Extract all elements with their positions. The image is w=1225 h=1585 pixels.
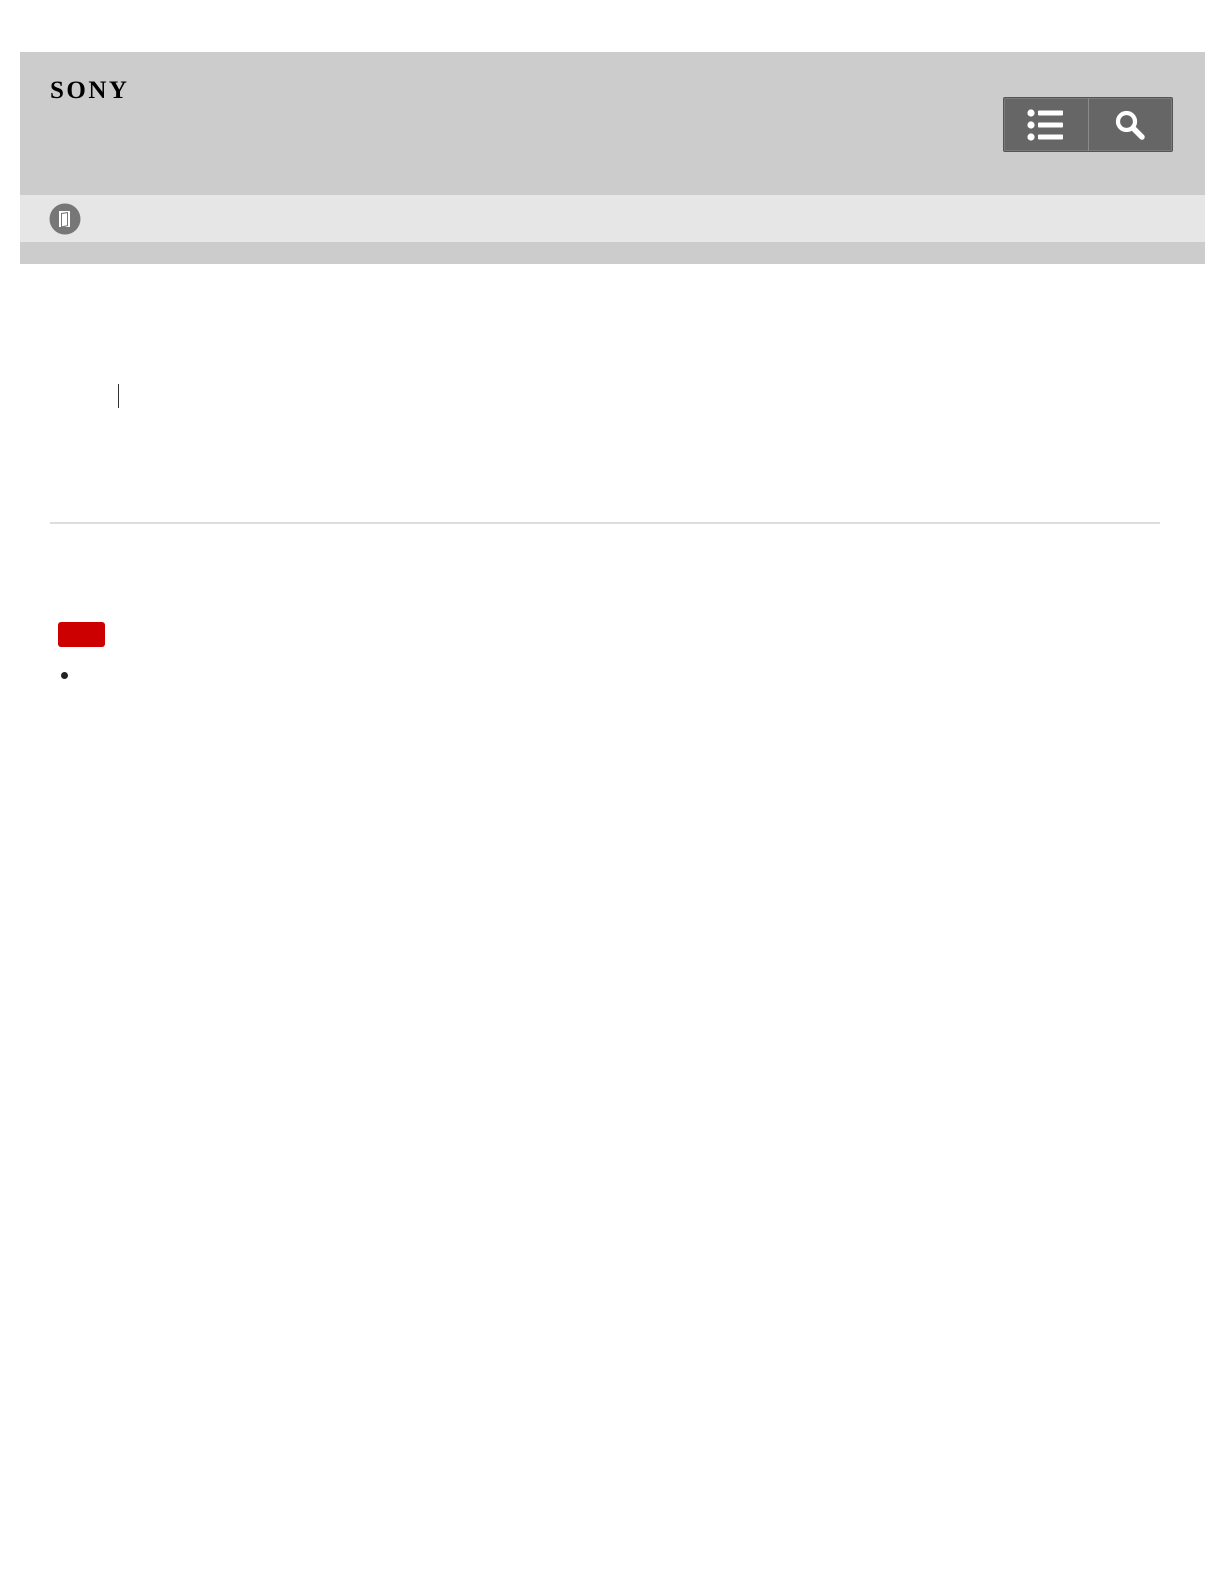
list-bullet bbox=[61, 672, 68, 679]
list-icon bbox=[1027, 108, 1063, 141]
table-of-contents-button[interactable] bbox=[1004, 98, 1088, 151]
header-toolbar bbox=[1003, 97, 1173, 152]
sony-logo[interactable]: SONY bbox=[50, 78, 129, 103]
text-cursor bbox=[118, 384, 119, 408]
search-button[interactable] bbox=[1087, 98, 1173, 151]
note-badge bbox=[58, 622, 105, 647]
page: SONY bbox=[0, 0, 1225, 1585]
header-bottom-bar bbox=[20, 242, 1205, 264]
site-header: SONY bbox=[20, 52, 1205, 195]
search-icon bbox=[1116, 110, 1145, 140]
manual-bar bbox=[20, 195, 1205, 242]
content-divider bbox=[50, 522, 1160, 524]
manual-book-icon[interactable] bbox=[49, 203, 81, 235]
